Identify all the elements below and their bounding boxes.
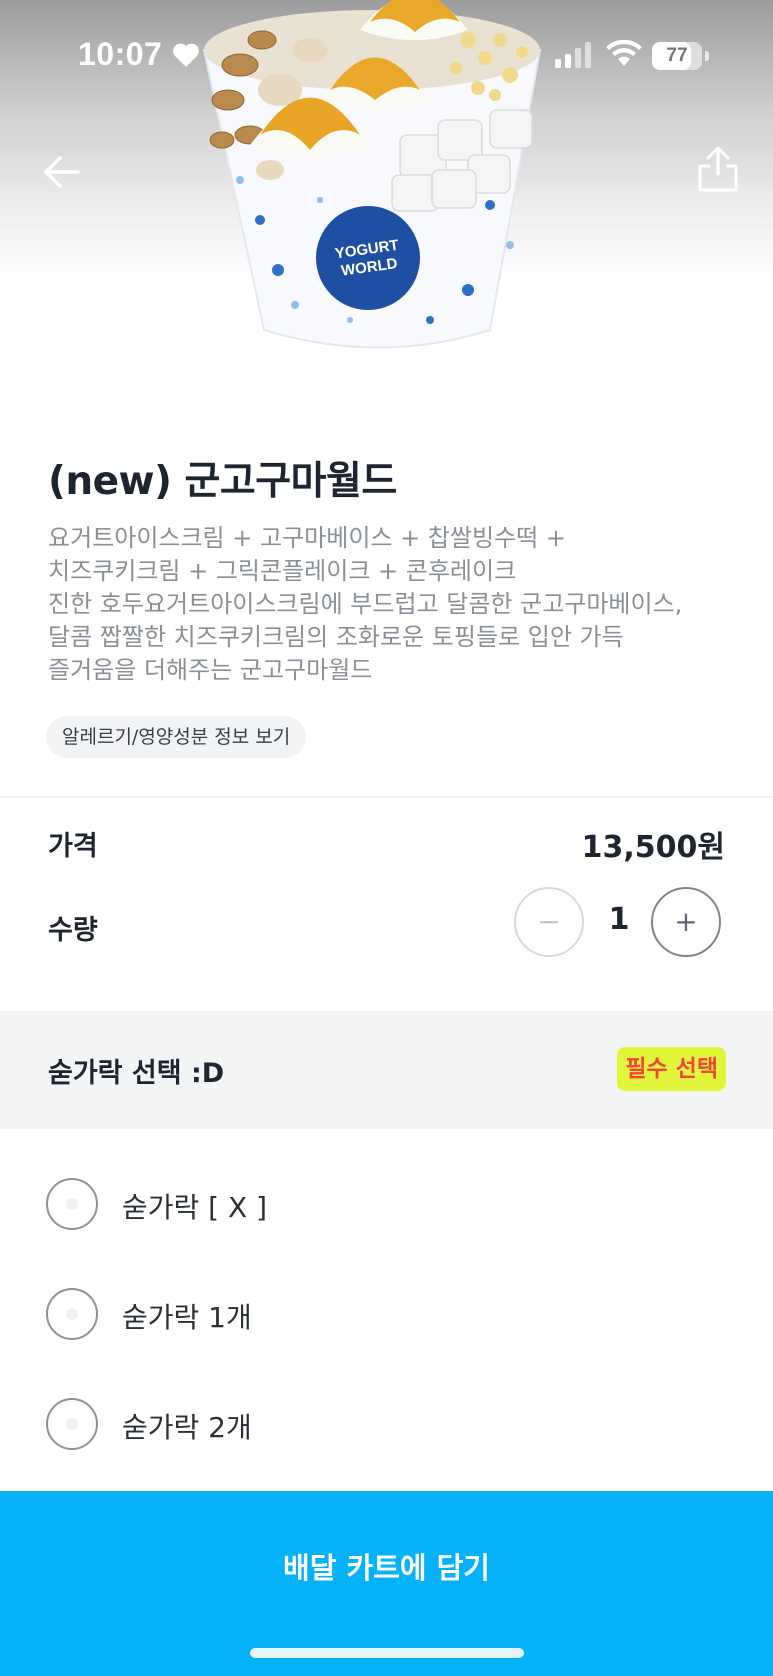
divider bbox=[0, 796, 773, 798]
option-label: 숟가락 1개 bbox=[122, 1301, 252, 1334]
price-value: 13,500원 bbox=[581, 830, 725, 865]
option-item[interactable]: 숟가락 1개 bbox=[46, 1284, 726, 1344]
arrow-left-icon bbox=[44, 156, 80, 188]
description-line: 즐거움을 더해주는 군고구마월드 bbox=[48, 656, 373, 684]
heart-icon bbox=[173, 43, 199, 67]
radio-button[interactable] bbox=[46, 1398, 98, 1450]
cellular-signal-icon bbox=[555, 42, 591, 68]
quantity-increase-button[interactable]: + bbox=[651, 887, 721, 957]
battery-icon: 77 bbox=[652, 42, 702, 70]
description-line: 달콤 짭짤한 치즈쿠키크림의 조화로운 토핑들로 입안 가득 bbox=[48, 623, 624, 651]
option-item[interactable]: 숟가락 2개 bbox=[46, 1394, 726, 1454]
option-item[interactable]: 숟가락 [ X ] bbox=[46, 1174, 726, 1234]
battery-level-text: 77 bbox=[666, 45, 688, 66]
quantity-value: 1 bbox=[608, 902, 630, 937]
product-hero: YOGURT WORLD 10:07 77 bbox=[0, 0, 773, 400]
radio-button[interactable] bbox=[46, 1288, 98, 1340]
radio-dot bbox=[66, 1308, 78, 1320]
wifi-icon bbox=[606, 40, 642, 66]
option-label: 숟가락 [ X ] bbox=[122, 1191, 268, 1224]
product-description: 요거트아이스크림 + 고구마베이스 + 찹쌀빙수떡 + 치즈쿠키크림 + 그릭콘… bbox=[48, 522, 738, 687]
home-indicator[interactable] bbox=[250, 1648, 524, 1658]
share-icon bbox=[698, 146, 738, 192]
option-label: 숟가락 2개 bbox=[122, 1411, 252, 1444]
price-label: 가격 bbox=[48, 831, 98, 862]
quantity-label: 수량 bbox=[48, 915, 98, 946]
share-button[interactable] bbox=[694, 144, 742, 196]
status-bar: 10:07 77 bbox=[0, 0, 773, 110]
description-line: 요거트아이스크림 + 고구마베이스 + 찹쌀빙수떡 + bbox=[48, 524, 566, 552]
radio-button[interactable] bbox=[46, 1178, 98, 1230]
option-group-header: 숟가락 선택 :D 필수 선택 bbox=[0, 1011, 773, 1129]
description-line: 진한 호두요거트아이스크림에 부드럽고 달콤한 군고구마베이스, bbox=[48, 590, 683, 618]
radio-dot bbox=[66, 1198, 78, 1210]
product-title: (new) 군고구마월드 bbox=[48, 459, 397, 504]
quantity-decrease-button[interactable]: − bbox=[514, 887, 584, 957]
description-line: 치즈쿠키크림 + 그릭콘플레이크 + 콘후레이크 bbox=[48, 557, 517, 585]
status-time: 10:07 bbox=[78, 36, 163, 72]
option-group-title: 숟가락 선택 :D bbox=[48, 1058, 225, 1089]
allergy-nutrition-button[interactable]: 알레르기/영양성분 정보 보기 bbox=[46, 716, 307, 758]
radio-dot bbox=[66, 1418, 78, 1430]
battery-cap bbox=[705, 51, 709, 61]
add-to-cart-label: 배달 카트에 담기 bbox=[283, 1551, 490, 1585]
required-badge: 필수 선택 bbox=[617, 1047, 726, 1091]
back-button[interactable] bbox=[38, 148, 86, 196]
